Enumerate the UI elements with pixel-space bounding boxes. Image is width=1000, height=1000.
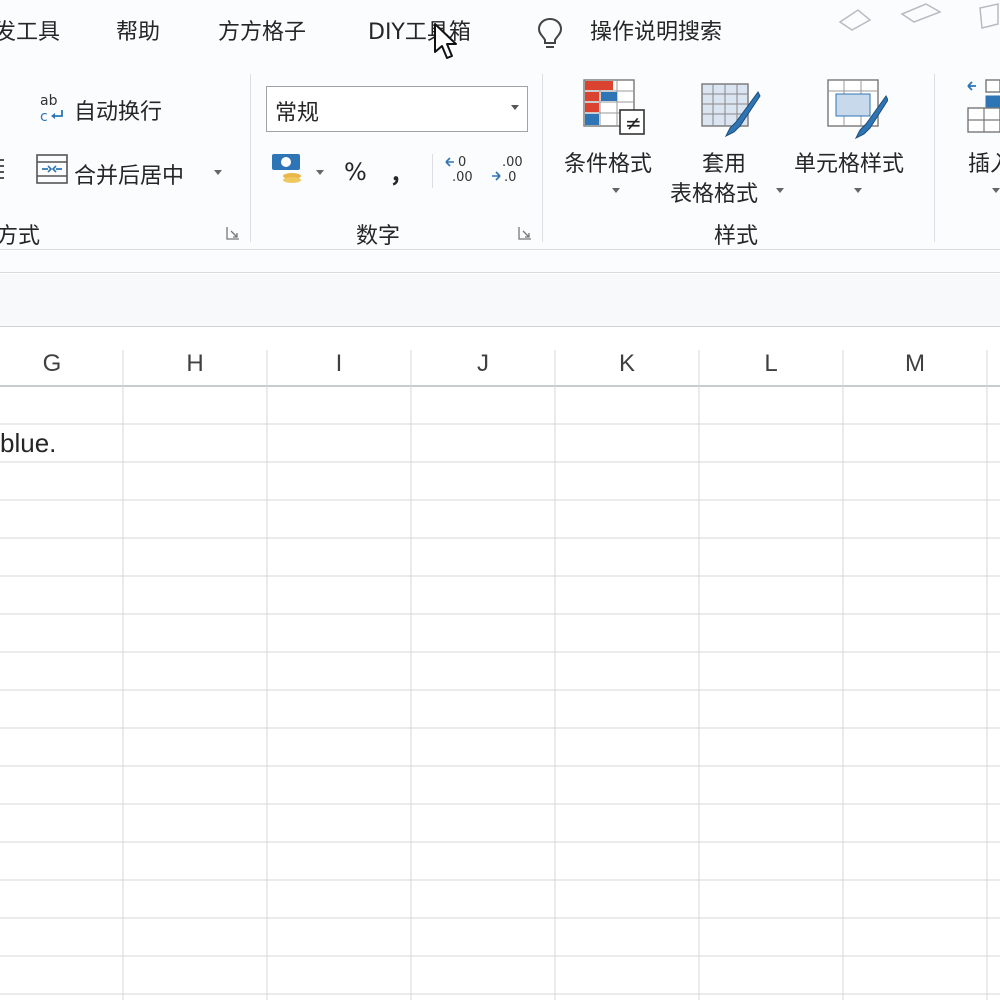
svg-text:≠: ≠ — [625, 111, 642, 135]
merge-cells-icon — [36, 154, 68, 184]
lightbulb-icon[interactable] — [536, 16, 564, 50]
alignment-group-label: 方式 — [0, 224, 41, 249]
chevron-down-icon — [511, 105, 519, 110]
conditional-formatting-label: 条件格式 — [564, 152, 653, 177]
format-as-table-icon — [701, 83, 761, 138]
column-header-j[interactable]: J — [411, 350, 555, 386]
svg-text:.00: .00 — [452, 170, 473, 184]
decrease-decimal-icon[interactable]: .00 .0 — [490, 152, 524, 184]
tab-help[interactable]: 帮助 — [116, 14, 160, 46]
tab-developer[interactable]: 发工具 — [0, 14, 60, 46]
format-as-table-dropdown-icon — [776, 188, 784, 193]
merge-center-dropdown-icon[interactable] — [214, 170, 222, 175]
group-separator — [934, 74, 935, 242]
number-group-label: 数字 — [356, 224, 401, 249]
wrap-text-icon: ab c — [40, 93, 63, 124]
group-separator — [250, 74, 251, 242]
comma-style-button[interactable]: ， — [390, 154, 414, 189]
column-header-g[interactable]: G — [0, 350, 124, 386]
ribbon-collapse-strip — [0, 251, 1000, 273]
insert-label: 插入 — [968, 152, 1000, 177]
cell-styles-dropdown-icon — [854, 188, 862, 193]
percent-style-button[interactable]: % — [344, 158, 367, 186]
accounting-currency-icon — [272, 154, 301, 183]
decorative-sketch-icon — [838, 3, 999, 31]
tell-me-search[interactable]: 操作说明搜索 — [590, 14, 722, 46]
worksheet-grid[interactable]: GHIJKLM blue. — [0, 328, 1000, 1000]
number-format-value: 常规 — [275, 101, 320, 126]
increase-decimal-icon[interactable]: 0 .00 — [444, 152, 478, 184]
column-header-k[interactable]: K — [555, 350, 699, 386]
svg-text:ab: ab — [40, 93, 58, 109]
ribbon-tab-bar: 发工具 帮助 方方格子 DIY工具箱 操作说明搜索 — [0, 0, 1000, 64]
insert-dropdown-icon — [992, 188, 1000, 193]
format-as-table-label-line2: 表格格式 — [670, 182, 759, 207]
wrap-text-label: 自动换行 — [74, 100, 163, 125]
merge-center-label: 合并后居中 — [74, 164, 185, 189]
conditional-formatting-dropdown-icon — [612, 188, 620, 193]
svg-text:.00: .00 — [502, 155, 523, 170]
column-header-i[interactable]: I — [267, 350, 411, 386]
small-separator — [432, 154, 433, 188]
styles-group-label: 样式 — [714, 224, 759, 249]
ribbon: ab c 自动换行 合并后居中 方式 常规 % ， 0 .00 .00 .0 数… — [0, 64, 1000, 250]
number-dialog-launcher-icon[interactable] — [518, 226, 532, 240]
svg-text:c: c — [40, 109, 48, 124]
cell-styles-label: 单元格样式 — [794, 152, 905, 177]
align-justify-icon[interactable] — [0, 156, 6, 182]
insert-cells-icon — [967, 79, 1000, 133]
mouse-cursor-icon — [434, 23, 457, 59]
column-header-h[interactable]: H — [123, 350, 267, 386]
group-separator — [542, 74, 543, 242]
svg-text:.0: .0 — [504, 170, 516, 184]
cell-text[interactable]: blue. — [0, 428, 56, 459]
formula-bar[interactable] — [0, 274, 1000, 327]
number-format-select[interactable]: 常规 — [266, 86, 528, 132]
svg-text:0: 0 — [458, 155, 466, 170]
grid-lines — [0, 350, 1000, 1000]
accounting-dropdown-icon[interactable] — [316, 170, 324, 175]
column-header-m[interactable]: M — [843, 350, 987, 386]
cell-styles-icon — [827, 79, 888, 140]
tab-fangfanggezi[interactable]: 方方格子 — [218, 14, 306, 46]
conditional-formatting-icon: ≠ — [583, 79, 645, 135]
column-header-l[interactable]: L — [699, 350, 843, 386]
alignment-dialog-launcher-icon[interactable] — [226, 226, 240, 240]
format-as-table-label-line1: 套用 — [702, 152, 747, 177]
